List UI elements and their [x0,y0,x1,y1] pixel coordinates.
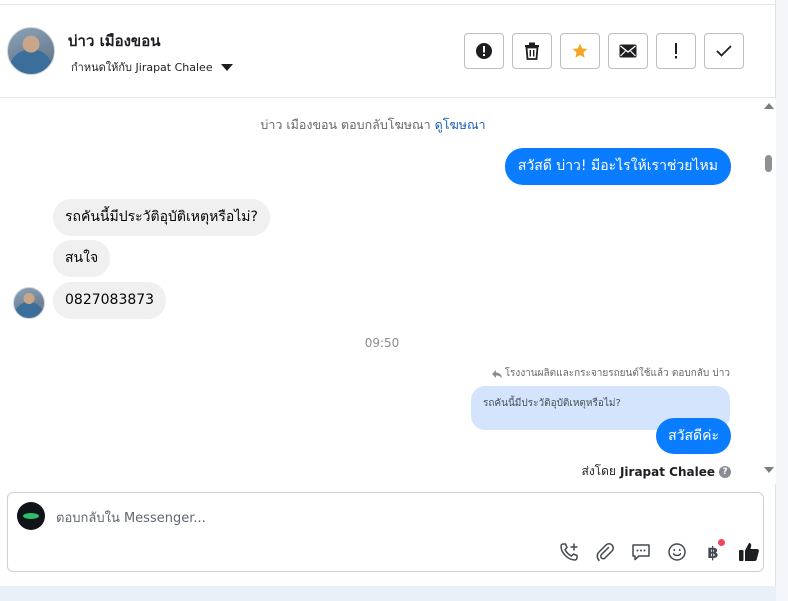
mark-unread-button[interactable] [608,33,648,69]
star-icon [572,43,588,58]
trash-icon [525,42,539,60]
call-add-button[interactable] [551,541,587,563]
caret-down-icon [220,63,233,71]
reply-input[interactable] [56,507,696,529]
header-actions [464,33,744,69]
scroll-up-arrow-icon[interactable] [764,103,774,109]
outgoing-reply-message: สวัสดีค่ะ [656,418,731,454]
payment-button[interactable]: ฿ [695,539,731,563]
scroll-down-arrow-icon[interactable] [764,467,774,473]
contact-avatar-small[interactable] [13,287,45,319]
page-edge [776,0,788,601]
ad-reply-text: บ่าว เมืองขอน ตอบกลับโฆษณา [260,117,431,132]
delete-button[interactable] [512,33,552,69]
check-icon [716,45,732,57]
saved-replies-button[interactable] [623,541,659,563]
envelope-icon [619,44,637,58]
contact-avatar[interactable] [7,27,55,75]
star-button[interactable] [560,33,600,69]
call-add-icon [560,543,578,561]
like-button[interactable] [731,541,767,563]
incoming-message: 0827083873 [53,282,167,319]
incoming-message: สนใจ [53,240,111,277]
thumbs-up-icon [739,543,759,561]
ad-reply-notice: บ่าว เมืองขอน ตอบกลับโฆษณา ดูโฆษณา [0,115,746,135]
mark-done-button[interactable] [704,33,744,69]
chat-bubble-icon [632,544,650,561]
reply-context-text: โรงงานผลิตและกระจายรถยนต์ใช้แล้ว ตอบกลับ… [504,368,730,379]
composer-tools: ฿ [551,539,767,563]
mark-spam-button[interactable] [464,33,504,69]
message-composer: ฿ [7,492,764,572]
alert-circle-icon [476,43,492,59]
exclamation-icon [675,43,677,59]
attach-button[interactable] [587,541,623,563]
view-ad-link[interactable]: ดูโฆษณา [435,117,486,132]
sent-by-name: Jirapat Chalee [619,464,715,479]
help-icon[interactable]: ? [719,465,731,478]
baht-icon: ฿ [707,542,719,562]
page-avatar [17,502,45,530]
paperclip-icon [596,542,615,562]
follow-up-button[interactable] [656,33,696,69]
assignee-dropdown[interactable]: กำหนดให้กับ Jirapat Chalee [71,58,233,76]
assignee-label: กำหนดให้กับ Jirapat Chalee [71,61,213,74]
outgoing-message: สวัสดี บ่าว! มีอะไรให้เราช่วยไหม [504,148,731,185]
emoji-icon [668,543,686,561]
message-timestamp: 09:50 [364,336,400,350]
sent-by-info: ส่งโดย Jirapat Chalee ? [581,462,731,481]
reply-context: โรงงานผลิตและกระจายรถยนต์ใช้แล้ว ตอบกลับ… [491,366,730,381]
sent-by-label: ส่งโดย [581,464,616,478]
conversation-header: บ่าว เมืองขอน กำหนดให้กับ Jirapat Chalee [0,5,776,98]
incoming-message: รถคันนี้มีประวัติอุบัติเหตุหรือไม่? [53,199,270,236]
notification-dot [718,539,725,546]
scrollbar-thumb[interactable] [765,155,772,172]
conversation-panel: บ่าว เมืองขอน กำหนดให้กับ Jirapat Chalee [0,0,776,586]
reply-arrow-icon [491,369,502,378]
emoji-button[interactable] [659,541,695,563]
contact-name[interactable]: บ่าว เมืองขอน [68,29,160,53]
